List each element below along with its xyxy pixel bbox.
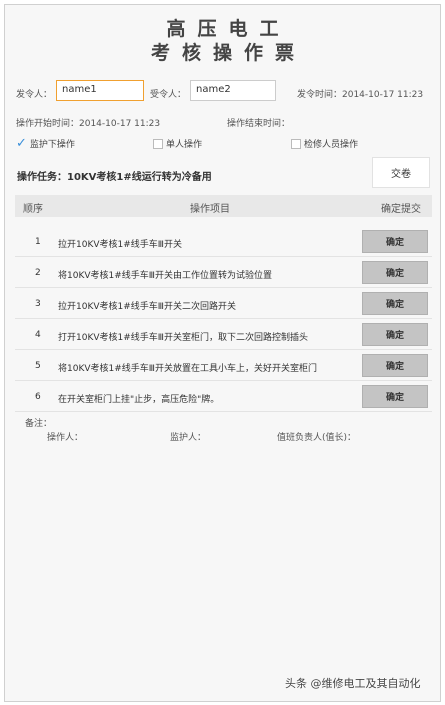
receiver-label: 受令人：	[150, 90, 187, 100]
table-header: 顺序 操作项目 确定提交	[15, 195, 432, 217]
row-text: 打开10KV考核1#线手车Ⅲ开关室柜门，取下二次回路控制插头	[58, 333, 308, 343]
confirm-button[interactable]: 确定	[362, 354, 428, 377]
header-order: 顺序	[23, 204, 43, 215]
option-supervised[interactable]: ✓ 监护下操作	[16, 135, 75, 151]
guardian-label: 监护人：	[170, 433, 207, 443]
checkbox-icon	[153, 138, 163, 149]
option-supervised-label: 监护下操作	[29, 140, 75, 150]
confirm-button[interactable]: 确定	[362, 292, 428, 315]
table-row: 3 拉开10KV考核1#线手车Ⅲ开关二次回路开关 确定	[15, 289, 432, 319]
submit-button[interactable]: 交卷	[372, 157, 430, 188]
checkbox-icon	[291, 138, 301, 149]
app-window: 高压电工 考核操作票 发令人： name1 受令人： name2 发令时间：20…	[4, 4, 441, 702]
option-maintenance[interactable]: 检修人员操作	[291, 137, 358, 150]
row-text: 拉开10KV考核1#线手车Ⅲ开关	[58, 240, 182, 250]
confirm-button[interactable]: 确定	[362, 261, 428, 284]
watermark: 头条 @维修电工及其自动化	[285, 677, 421, 690]
header-item: 操作项目	[190, 204, 230, 215]
end-time: 操作结束时间：	[227, 119, 291, 129]
table-row: 2 将10KV考核1#线手车Ⅲ开关由工作位置转为试验位置 确定	[15, 258, 432, 288]
checkmark-icon: ✓	[16, 135, 27, 151]
issuer-label: 发令人：	[16, 90, 53, 100]
table-row: 5 将10KV考核1#线手车Ⅲ开关放置在工具小车上，关好开关室柜门 确定	[15, 351, 432, 381]
row-text: 将10KV考核1#线手车Ⅲ开关放置在工具小车上，关好开关室柜门	[58, 364, 317, 374]
duty-leader-label: 值班负责人(值长)：	[277, 433, 357, 443]
receiver-input[interactable]: name2	[190, 80, 276, 101]
page-title-line1: 高压电工	[166, 18, 291, 40]
start-time: 操作开始时间：2014-10-17 11:23	[16, 119, 161, 129]
row-text: 在开关室柜门上挂"止步，高压危险"牌。	[58, 395, 220, 405]
row-text: 将10KV考核1#线手车Ⅲ开关由工作位置转为试验位置	[58, 271, 272, 281]
confirm-button[interactable]: 确定	[362, 385, 428, 408]
issuer-input[interactable]: name1	[56, 80, 144, 101]
header-confirm: 确定提交	[381, 204, 421, 215]
row-number: 1	[35, 237, 41, 247]
confirm-button[interactable]: 确定	[362, 230, 428, 253]
row-number: 6	[35, 392, 41, 402]
confirm-button[interactable]: 确定	[362, 323, 428, 346]
row-number: 3	[35, 299, 41, 309]
page-title-line2: 考核操作票	[150, 42, 306, 64]
table-row: 4 打开10KV考核1#线手车Ⅲ开关室柜门，取下二次回路控制插头 确定	[15, 320, 432, 350]
row-number: 2	[35, 268, 41, 278]
task-title: 操作任务：10KV考核1#线运行转为冷备用	[17, 172, 212, 183]
remark-label: 备注：	[25, 419, 53, 429]
option-single[interactable]: 单人操作	[153, 137, 202, 150]
order-time: 发令时间：2014-10-17 11:23	[297, 90, 424, 100]
row-text: 拉开10KV考核1#线手车Ⅲ开关二次回路开关	[58, 302, 236, 312]
row-number: 4	[35, 330, 41, 340]
row-number: 5	[35, 361, 41, 371]
operator-label: 操作人：	[47, 433, 84, 443]
table-row: 1 拉开10KV考核1#线手车Ⅲ开关 确定	[15, 227, 432, 257]
option-maintenance-label: 检修人员操作	[304, 140, 359, 150]
option-single-label: 单人操作	[166, 140, 203, 150]
table-row: 6 在开关室柜门上挂"止步，高压危险"牌。 确定	[15, 382, 432, 412]
